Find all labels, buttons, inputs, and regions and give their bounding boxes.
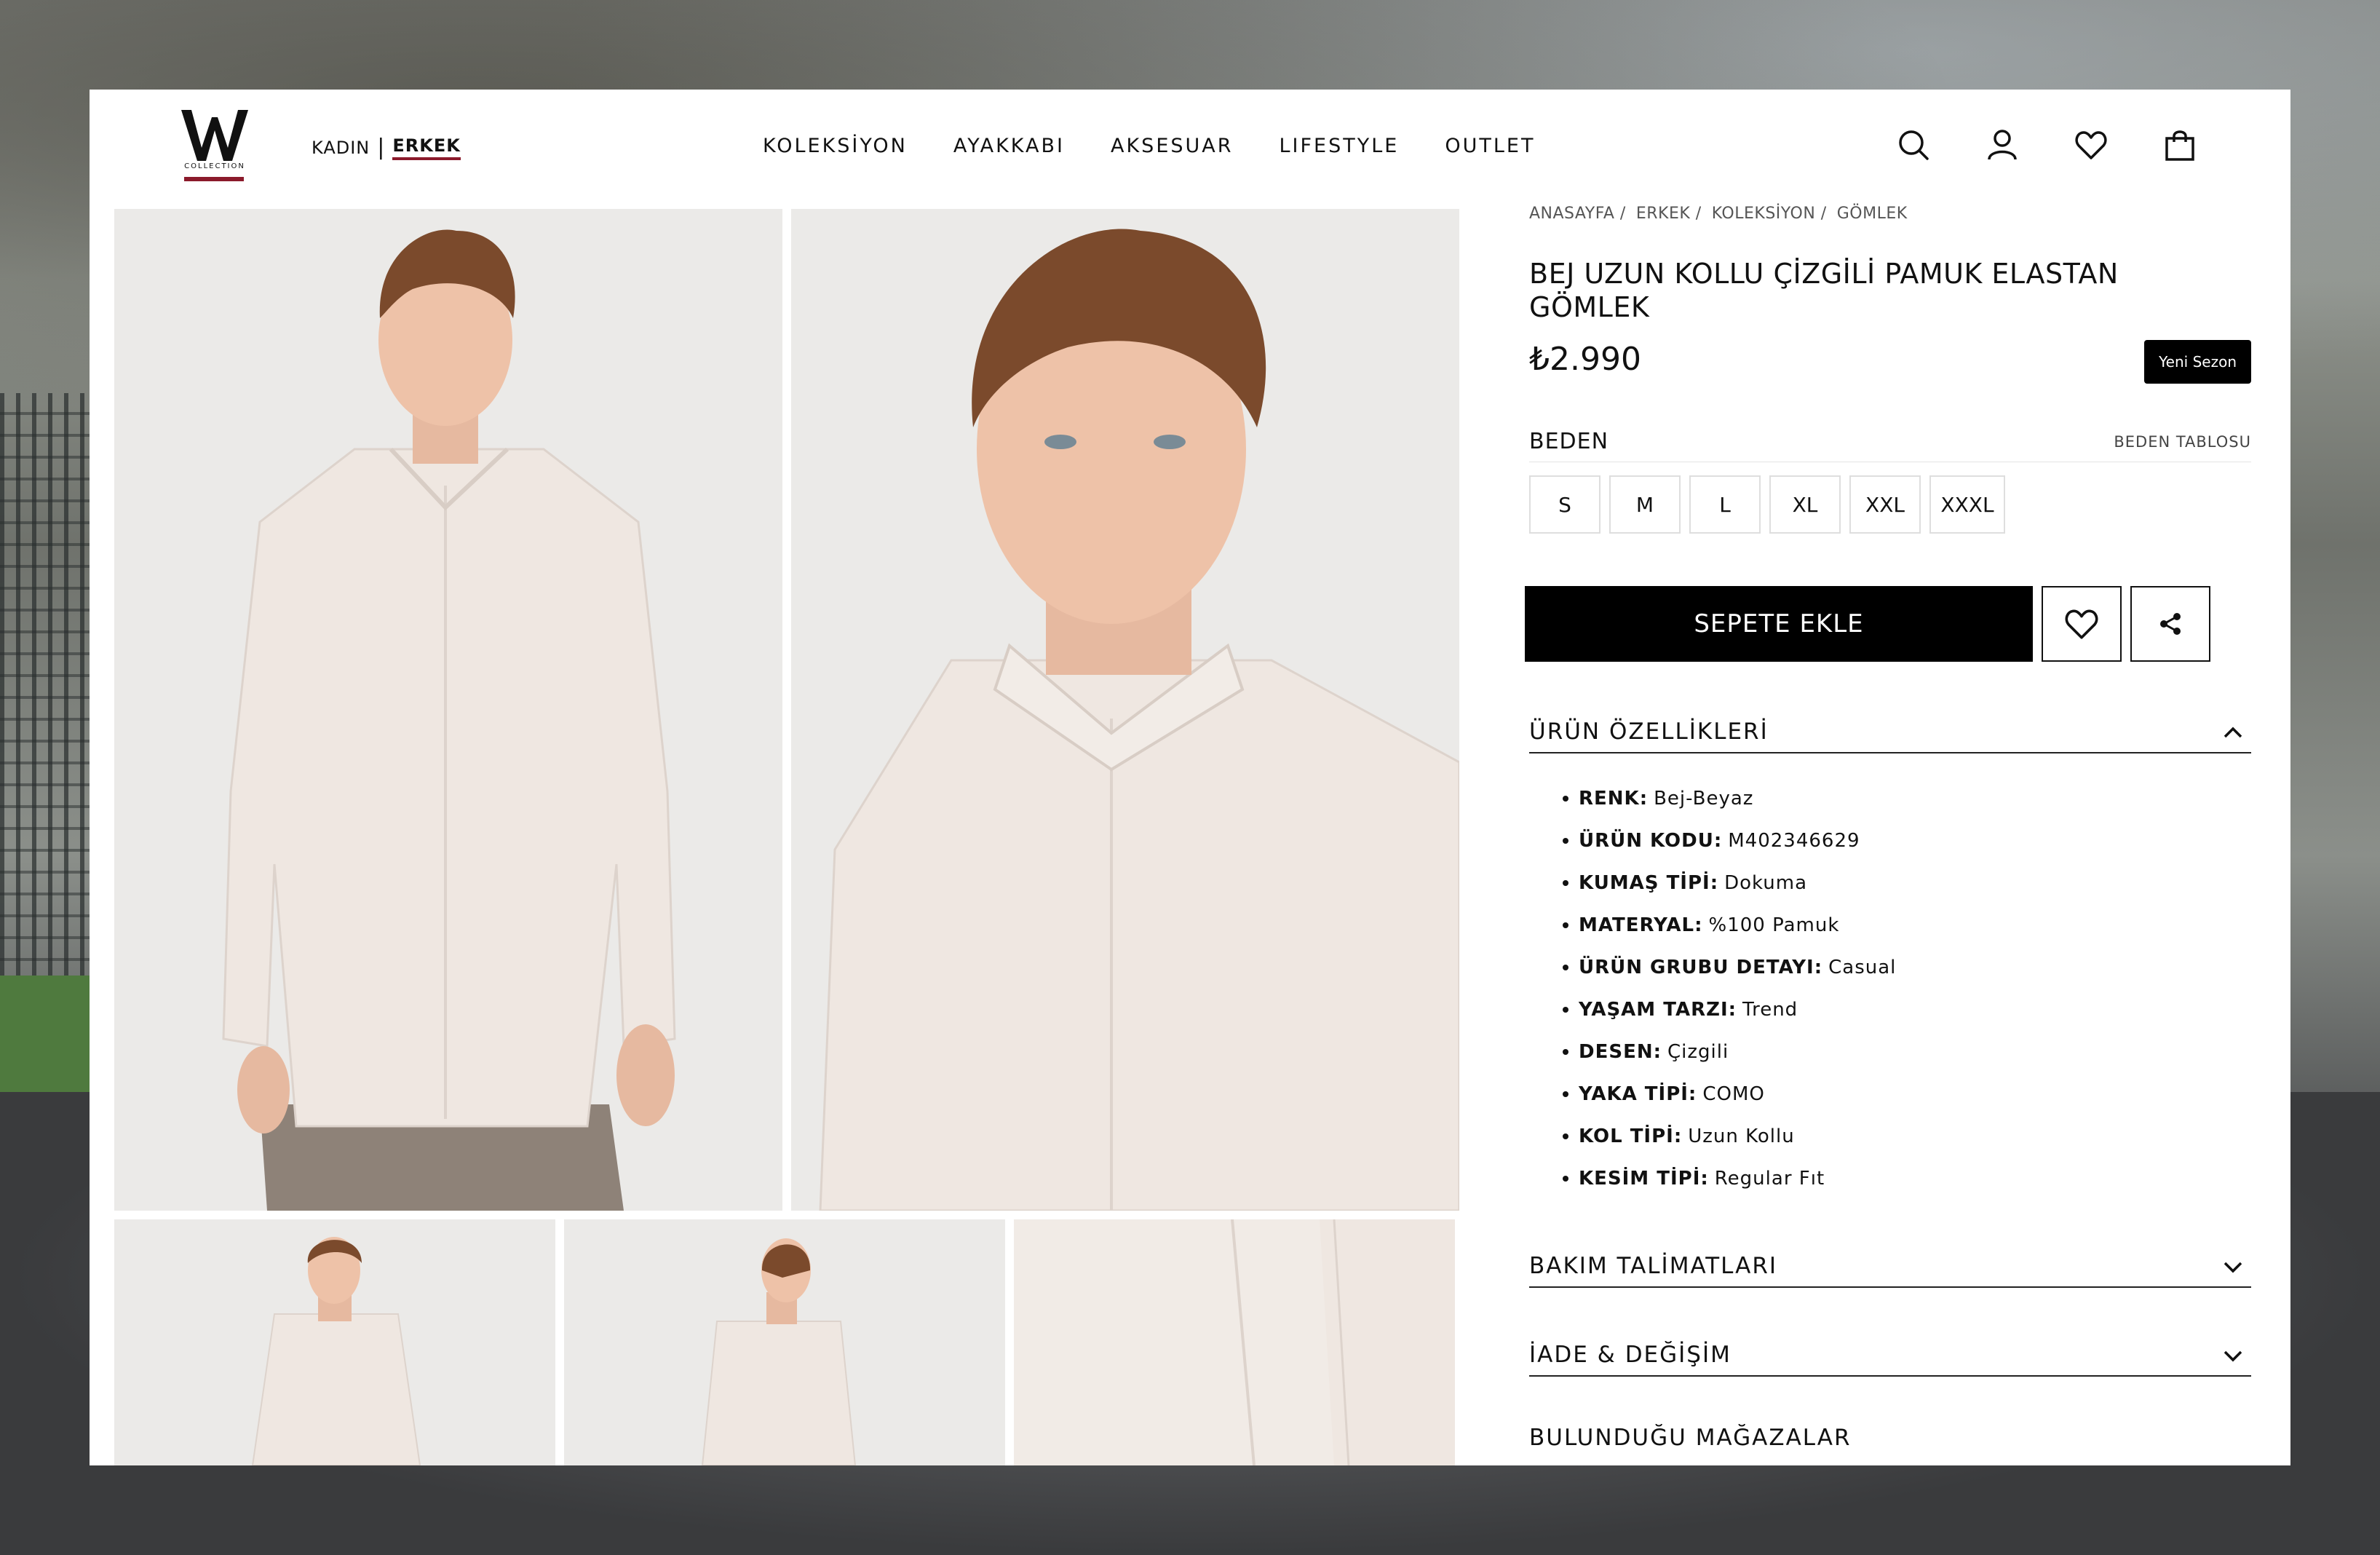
main-nav: KOLEKSİYON AYAKKABI AKSESUAR LIFESTYLE O…	[763, 135, 1535, 157]
breadcrumb-home[interactable]: ANASAYFA /	[1529, 205, 1626, 223]
add-to-favorites-button[interactable]	[2042, 586, 2122, 662]
size-option-s[interactable]: S	[1529, 475, 1600, 534]
product-page: COLLECTION KADIN | ERKEK KOLEKSİYON AYAK…	[90, 90, 2290, 1465]
brand-logo[interactable]: COLLECTION	[181, 110, 248, 184]
size-options: S M L XL XXL XXXL	[1529, 475, 2005, 534]
list-item: DESEN: Çizgili	[1563, 1031, 2218, 1073]
list-item: RENK: Bej-Beyaz	[1563, 778, 2218, 820]
accordion-title: İADE & DEĞİŞİM	[1529, 1342, 1732, 1368]
gender-women-link[interactable]: KADIN	[312, 138, 370, 158]
nav-item-koleksiyon[interactable]: KOLEKSİYON	[763, 135, 908, 157]
size-header: BEDEN BEDEN TABLOSU	[1529, 422, 2251, 462]
nav-item-aksesuar[interactable]: AKSESUAR	[1111, 135, 1234, 157]
list-item: YAKA TİPİ: COMO	[1563, 1073, 2218, 1115]
list-item: KUMAŞ TİPİ: Dokuma	[1563, 862, 2218, 904]
product-features-list: RENK: Bej-Beyaz ÜRÜN KODU: M402346629 KUMA…	[1563, 778, 2218, 1200]
breadcrumb-gomlek[interactable]: GÖMLEK	[1837, 205, 1908, 223]
chevron-down-icon	[2224, 1350, 2242, 1362]
list-item: ÜRÜN KODU: M402346629	[1563, 820, 2218, 862]
size-option-m[interactable]: M	[1609, 475, 1681, 534]
breadcrumb: ANASAYFA / ERKEK / KOLEKSİYON / GÖMLEK	[1529, 205, 1908, 223]
background-grass	[0, 976, 95, 1092]
accordion-title: BAKIM TALİMATLARI	[1529, 1253, 1778, 1279]
nav-item-outlet[interactable]: OUTLET	[1445, 135, 1535, 157]
share-icon	[2160, 613, 2181, 635]
background-fence	[0, 393, 95, 1048]
product-thumbnail-detail[interactable]	[1014, 1219, 1455, 1465]
nav-item-ayakkabi[interactable]: AYAKKABI	[953, 135, 1065, 157]
product-price: ₺2.990	[1529, 341, 1641, 378]
size-option-xxl[interactable]: XXL	[1849, 475, 1921, 534]
accordion-stores[interactable]: BULUNDUĞU MAĞAZALAR	[1529, 1425, 1852, 1451]
chevron-down-icon	[2224, 1262, 2242, 1273]
gender-men-link[interactable]: ERKEK	[392, 135, 461, 160]
heart-icon	[2065, 609, 2098, 639]
size-option-xl[interactable]: XL	[1769, 475, 1841, 534]
accordion-care-instructions[interactable]: BAKIM TALİMATLARI	[1529, 1246, 2251, 1288]
list-item: MATERYAL: %100 Pamuk	[1563, 904, 2218, 946]
size-chart-link[interactable]: BEDEN TABLOSU	[2114, 433, 2251, 451]
list-item: KOL TİPİ: Uzun Kollu	[1563, 1115, 2218, 1158]
list-item: YAŞAM TARZI: Trend	[1563, 989, 2218, 1031]
new-season-badge: Yeni Sezon	[2144, 340, 2251, 384]
accordion-title: ÜRÜN ÖZELLİKLERİ	[1529, 719, 1769, 745]
accordion-product-features[interactable]: ÜRÜN ÖZELLİKLERİ	[1529, 711, 2251, 753]
list-item: KESİM TİPİ: Regular Fıt	[1563, 1158, 2218, 1200]
breadcrumb-koleksiyon[interactable]: KOLEKSİYON /	[1712, 205, 1827, 223]
size-option-l[interactable]: L	[1689, 475, 1761, 534]
logo-mark	[181, 110, 248, 161]
add-to-cart-button[interactable]: SEPETE EKLE	[1525, 586, 2033, 662]
share-button[interactable]	[2130, 586, 2210, 662]
chevron-up-icon	[2224, 727, 2242, 738]
size-label: BEDEN	[1529, 429, 1609, 454]
product-image-main[interactable]	[114, 209, 782, 1211]
nav-item-lifestyle[interactable]: LIFESTYLE	[1280, 135, 1400, 157]
product-thumbnail-back[interactable]	[564, 1219, 1005, 1465]
product-title: BEJ UZUN KOLLU ÇİZGİLİ PAMUK ELASTAN GÖM…	[1529, 258, 2119, 323]
product-info-panel: ANASAYFA / ERKEK / KOLEKSİYON / GÖMLEK B…	[1525, 90, 2251, 1465]
accordion-return-exchange[interactable]: İADE & DEĞİŞİM	[1529, 1334, 2251, 1377]
list-item: ÜRÜN GRUBU DETAYI: Casual	[1563, 946, 2218, 989]
gender-switch: KADIN | ERKEK	[312, 135, 461, 160]
logo-subtitle: COLLECTION	[184, 162, 245, 170]
breadcrumb-erkek[interactable]: ERKEK /	[1636, 205, 1702, 223]
logo-underline	[184, 177, 244, 181]
gender-separator: |	[377, 135, 386, 160]
product-thumbnail-front[interactable]	[114, 1219, 555, 1465]
size-option-xxxl[interactable]: XXXL	[1929, 475, 2005, 534]
product-image-closeup[interactable]	[791, 209, 1459, 1211]
